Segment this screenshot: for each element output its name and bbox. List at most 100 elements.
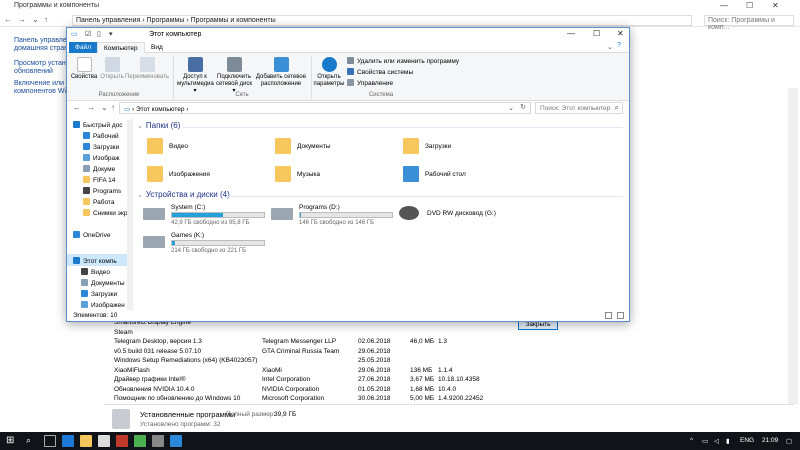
pictures-folder-icon bbox=[147, 166, 163, 182]
app-icon[interactable] bbox=[116, 435, 128, 447]
qat-dropdown-icon[interactable]: ▾ bbox=[109, 30, 113, 38]
sidebar-item-fifa-14[interactable]: FIFA 14 bbox=[83, 175, 115, 186]
clock[interactable]: 21:09 bbox=[762, 437, 778, 444]
network-icon[interactable]: ▭ bbox=[702, 437, 708, 445]
tab-computer[interactable]: Компьютер bbox=[97, 42, 145, 53]
table-row[interactable]: Windows Setup Remediations (x64) (KB4023… bbox=[104, 356, 794, 366]
sidebar-item-this-pc[interactable]: Этот компь bbox=[73, 256, 117, 267]
drives-section-header[interactable]: ⌄ Устройства и диски (4) bbox=[137, 190, 230, 199]
recent-icon[interactable]: ⌄ bbox=[32, 15, 39, 24]
volume-icon[interactable]: ◁ bbox=[714, 437, 719, 445]
up-icon[interactable]: ↑ bbox=[44, 15, 48, 24]
close-icon[interactable]: ✕ bbox=[617, 29, 624, 38]
table-row[interactable]: v0.5 build 031 release 5.07.10 GTA Crimin… bbox=[104, 347, 794, 357]
table-row[interactable]: Помощник по обновлению до Windows 10 Micr… bbox=[104, 394, 794, 404]
breadcrumb[interactable]: Панель управления › Программы › Программ… bbox=[72, 15, 692, 26]
properties-button[interactable]: Свойства bbox=[69, 57, 99, 81]
up-icon[interactable]: ↑ bbox=[111, 103, 115, 112]
app-icon[interactable] bbox=[152, 435, 164, 447]
ribbon-collapse-icon[interactable]: ⌄ bbox=[607, 43, 613, 51]
sidebar-item-quick-access[interactable]: Быстрый дос bbox=[73, 120, 123, 131]
sidebar-item-downloads[interactable]: Загрузки bbox=[81, 289, 117, 300]
properties-quick-icon[interactable]: ☑ bbox=[85, 30, 91, 38]
programs-title: Программы и компоненты bbox=[14, 2, 100, 9]
sidebar-item-screenshots[interactable]: Снимки экр bbox=[83, 208, 127, 219]
table-row[interactable]: Telegram Desktop, версия 1.3 Telegram Mes… bbox=[104, 337, 794, 347]
forward-icon[interactable]: → bbox=[18, 15, 26, 24]
folder-label: Видео bbox=[169, 143, 188, 150]
rename-button[interactable]: Переименовать bbox=[125, 57, 169, 81]
drive-usage-fill bbox=[172, 213, 223, 217]
nav-scrollbar[interactable] bbox=[127, 120, 133, 310]
sidebar-item-downloads[interactable]: Загрузки bbox=[83, 142, 119, 153]
sidebar-item-documents[interactable]: Докуме bbox=[83, 164, 115, 175]
notifications-icon[interactable]: ▢ bbox=[786, 437, 792, 445]
tab-view[interactable]: Вид bbox=[145, 42, 169, 53]
windows-start-icon[interactable]: ⊞ bbox=[6, 435, 14, 446]
explorer-address-bar[interactable]: ▭ › Этот компьютер › ⌄ ↻ bbox=[119, 102, 531, 114]
recent-icon[interactable]: ⌄ bbox=[101, 103, 108, 112]
minimize-icon[interactable]: — bbox=[720, 1, 728, 10]
table-row[interactable]: Обновления NVIDIA 10.4.0 NVIDIA Corporati… bbox=[104, 385, 794, 395]
sidebar-item-pictures[interactable]: Изображ bbox=[83, 153, 120, 164]
sidebar-item-pictures[interactable]: Изображен bbox=[81, 300, 125, 311]
help-icon[interactable]: ? bbox=[617, 42, 621, 49]
explorer-search-input[interactable]: Поиск: Этот компьютер ⌕ bbox=[535, 102, 623, 114]
forward-icon[interactable]: → bbox=[87, 103, 95, 112]
folders-section-header[interactable]: ⌄ Папки (6) bbox=[137, 121, 180, 130]
maximize-icon[interactable]: ☐ bbox=[593, 29, 600, 38]
minimize-icon[interactable]: — bbox=[567, 29, 575, 38]
chevron-down-icon: ⌄ bbox=[137, 123, 143, 130]
sidebar-item-label: Загрузки bbox=[93, 144, 120, 151]
back-icon[interactable]: ← bbox=[73, 103, 81, 112]
media-access-button[interactable]: Доступ к мультимедиа ▾ bbox=[177, 57, 214, 95]
sidebar-item-label: Загрузки bbox=[91, 291, 118, 298]
add-network-location-button[interactable]: Добавить сетевое расположение bbox=[255, 57, 307, 88]
search-icon[interactable]: ⌕ bbox=[26, 435, 31, 446]
tab-file[interactable]: Файл bbox=[69, 42, 97, 53]
table-row[interactable]: Steam bbox=[104, 328, 794, 338]
new-folder-quick-icon[interactable]: ▯ bbox=[97, 30, 101, 38]
sidebar-item-label: OneDrive bbox=[83, 232, 111, 239]
edge-icon[interactable] bbox=[62, 435, 74, 447]
battery-icon[interactable]: ▮ bbox=[726, 437, 730, 445]
language-indicator[interactable]: ENG bbox=[740, 437, 754, 444]
programs-search-input[interactable]: Поиск: Программы и комп... bbox=[704, 15, 794, 31]
back-icon[interactable]: ← bbox=[4, 15, 12, 24]
open-settings-button[interactable]: Открыть параметры bbox=[313, 57, 345, 88]
sidebar-item-programs[interactable]: Programs bbox=[83, 186, 121, 197]
address-dropdown-icon[interactable]: ⌄ bbox=[508, 104, 514, 112]
refresh-icon[interactable]: ↻ bbox=[520, 103, 526, 111]
chrome-icon[interactable] bbox=[134, 435, 146, 447]
link-control-panel-home[interactable]: Панель управле... bbox=[14, 37, 73, 45]
programs-scrollbar[interactable] bbox=[788, 88, 798, 404]
open-button[interactable]: Открыть bbox=[97, 57, 127, 81]
windows-drive-icon bbox=[143, 208, 165, 220]
sidebar-item-onedrive[interactable]: OneDrive bbox=[73, 230, 110, 241]
network-location-icon bbox=[273, 57, 289, 72]
store-icon[interactable] bbox=[98, 435, 110, 447]
telegram-icon[interactable] bbox=[170, 435, 182, 447]
map-drive-button[interactable]: Подключить сетевой диск ▾ bbox=[215, 57, 253, 95]
large-icons-view-icon[interactable] bbox=[617, 312, 624, 319]
manage-button[interactable]: Управление bbox=[347, 79, 393, 87]
ribbon: Свойства Открыть Переименовать Расположе… bbox=[67, 53, 629, 101]
table-row[interactable]: XiaoMiFlash XiaoMi 29.06.2018 136 МБ 1.1.4 bbox=[104, 366, 794, 376]
uninstall-program-button[interactable]: Удалить или изменить программу bbox=[347, 57, 459, 65]
sidebar-item-video[interactable]: Видео bbox=[81, 267, 110, 278]
crumb-programs[interactable]: Программы bbox=[147, 17, 185, 24]
system-properties-button[interactable]: Свойства системы bbox=[347, 68, 413, 76]
sidebar-item-documents[interactable]: Документы bbox=[81, 278, 125, 289]
maximize-icon[interactable]: ☐ bbox=[746, 1, 753, 10]
close-icon[interactable]: ✕ bbox=[772, 1, 779, 10]
tray-chevron-icon[interactable]: ^ bbox=[690, 437, 693, 444]
crumb-programs-features[interactable]: Программы и компоненты bbox=[191, 17, 276, 24]
file-explorer-icon[interactable] bbox=[80, 435, 92, 447]
details-view-icon[interactable] bbox=[605, 312, 612, 319]
link-view-updates-2[interactable]: обновлений bbox=[14, 68, 53, 76]
table-row[interactable]: Драйвер графики Intel® Intel Corporation 2… bbox=[104, 375, 794, 385]
sidebar-item-work[interactable]: Работа bbox=[83, 197, 114, 208]
crumb-control-panel[interactable]: Панель управления bbox=[76, 17, 140, 24]
sidebar-item-desktop[interactable]: Рабочий bbox=[83, 131, 119, 142]
task-view-icon[interactable] bbox=[44, 435, 56, 447]
